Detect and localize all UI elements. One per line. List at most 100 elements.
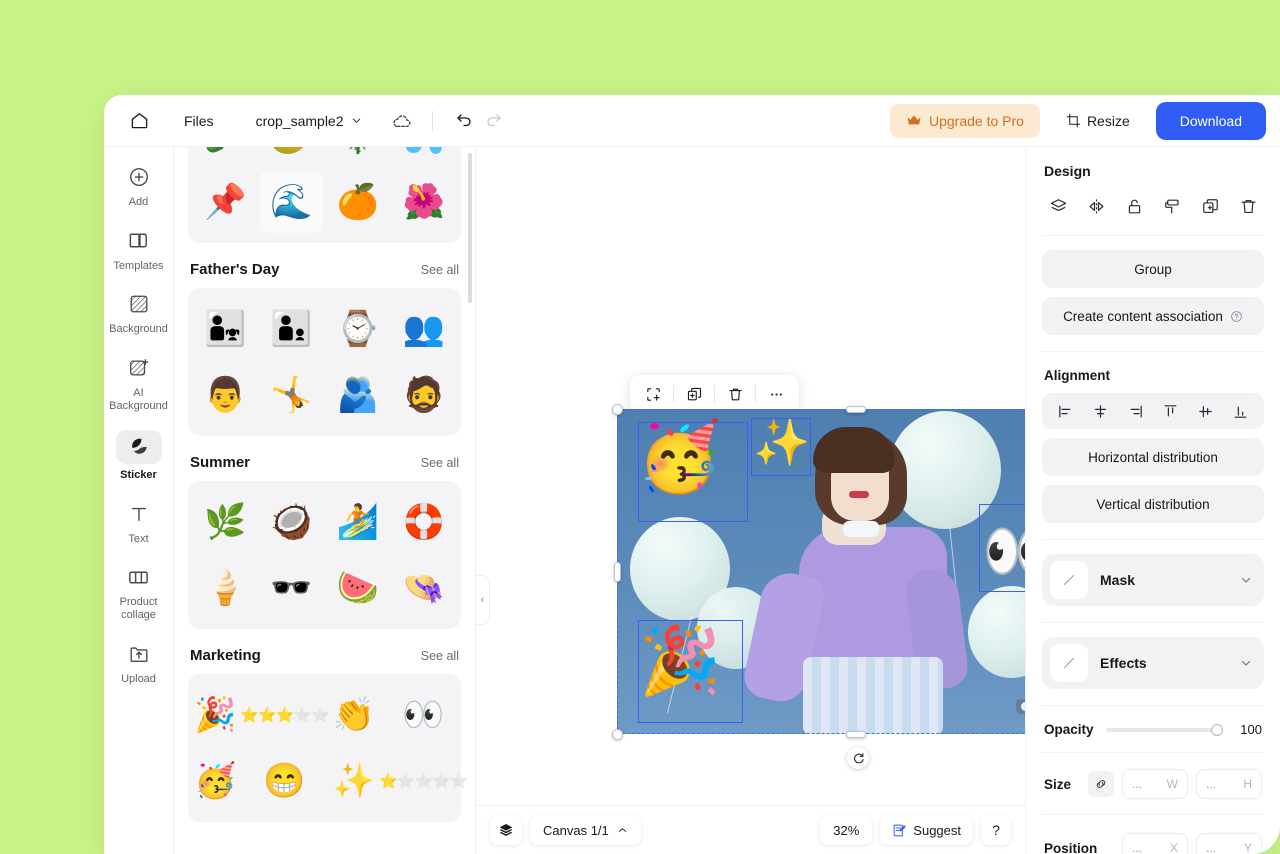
sidebar-item-templates[interactable]: Templates bbox=[108, 219, 170, 279]
layers-button[interactable] bbox=[490, 815, 522, 845]
paint-roller-icon[interactable] bbox=[1158, 193, 1186, 219]
align-left-icon[interactable] bbox=[1053, 398, 1079, 424]
sticker-item[interactable]: 🍊 bbox=[327, 171, 389, 233]
sticker-panel-scroll[interactable]: 🥒 🥭 🌹 💦 📌 🌊 🍊 🌺 Father's Day See all bbox=[174, 147, 475, 854]
resize-handle-top[interactable] bbox=[846, 406, 866, 413]
undo-icon[interactable] bbox=[449, 106, 479, 136]
position-y-input[interactable]: ... Y bbox=[1196, 833, 1262, 854]
sticker-item[interactable]: 🌺 bbox=[393, 171, 455, 233]
resize-handle-bottom-left[interactable] bbox=[612, 729, 623, 740]
height-input[interactable]: ... H bbox=[1196, 769, 1262, 799]
suggest-button[interactable]: Suggest bbox=[880, 815, 973, 845]
sticker-item[interactable]: 🥳 bbox=[194, 750, 236, 812]
panel-collapse-button[interactable]: ‹ bbox=[476, 575, 490, 625]
sticker-item[interactable]: 🎉 bbox=[194, 684, 236, 746]
position-x-input[interactable]: ... X bbox=[1122, 833, 1188, 854]
sticker-item[interactable]: 👏 bbox=[333, 684, 375, 746]
canvas-artboard[interactable]: 🥳 ✨ 👀 🎉 insMind .com bbox=[617, 409, 1025, 734]
sticker-item[interactable]: 🍉 bbox=[327, 557, 389, 619]
sticker-item[interactable]: 👨 bbox=[194, 364, 256, 426]
resize-handle-left[interactable] bbox=[614, 562, 621, 582]
sticker-item[interactable]: 🌿 bbox=[194, 491, 256, 553]
unlock-icon[interactable] bbox=[1120, 193, 1148, 219]
opacity-slider[interactable] bbox=[1105, 723, 1223, 736]
sticker-item[interactable]: 🤸 bbox=[260, 364, 322, 426]
effects-row[interactable]: Effects bbox=[1042, 637, 1264, 689]
panel-scrollbar[interactable] bbox=[468, 153, 472, 303]
zoom-level-button[interactable]: 32% bbox=[820, 815, 873, 845]
help-button[interactable]: ? bbox=[981, 815, 1011, 845]
sidebar-item-ai-background[interactable]: AI Background bbox=[108, 346, 170, 418]
align-right-icon[interactable] bbox=[1123, 398, 1149, 424]
canvas-area[interactable]: 🥳 ✨ 👀 🎉 insMind .com bbox=[476, 147, 1025, 854]
crop-add-icon[interactable] bbox=[636, 379, 670, 409]
home-icon[interactable] bbox=[122, 104, 156, 138]
align-bottom-icon[interactable] bbox=[1228, 398, 1254, 424]
sticker-item[interactable]: 🌹 bbox=[327, 147, 389, 167]
mask-row[interactable]: Mask bbox=[1042, 554, 1264, 606]
link-icon[interactable] bbox=[1088, 771, 1114, 797]
sticker-item[interactable]: 🥒 bbox=[194, 147, 256, 167]
horizontal-distribution-button[interactable]: Horizontal distribution bbox=[1042, 438, 1264, 476]
sidebar-item-upload[interactable]: Upload bbox=[108, 632, 170, 692]
vertical-distribution-button[interactable]: Vertical distribution bbox=[1042, 485, 1264, 523]
sticker-item[interactable]: 💦 bbox=[393, 147, 455, 167]
party-face-emoji-overlay[interactable]: 🥳 bbox=[637, 423, 722, 491]
sticker-item[interactable]: 👒 bbox=[393, 557, 455, 619]
redo-icon[interactable] bbox=[479, 106, 509, 136]
resize-handle-bottom[interactable] bbox=[846, 731, 866, 738]
resize-handle-top-left[interactable] bbox=[612, 404, 623, 415]
cloud-sync-icon[interactable] bbox=[388, 107, 416, 135]
sticker-item[interactable]: 🏄 bbox=[327, 491, 389, 553]
sticker-item[interactable]: 🍦 bbox=[194, 557, 256, 619]
resize-button[interactable]: Resize bbox=[1054, 105, 1142, 137]
sticker-item[interactable]: 👀 bbox=[379, 684, 467, 746]
party-popper-emoji-overlay[interactable]: 🎉 bbox=[639, 627, 721, 693]
sidebar-item-background[interactable]: Background bbox=[108, 282, 170, 342]
see-all-link[interactable]: See all bbox=[421, 649, 459, 663]
sticker-item[interactable]: ⭐⭐⭐⭐⭐ bbox=[240, 684, 329, 746]
sticker-item[interactable]: 👨‍👦 bbox=[260, 298, 322, 360]
sticker-item[interactable]: 🥭 bbox=[260, 147, 322, 167]
document-name-dropdown[interactable]: crop_sample2 bbox=[256, 113, 362, 129]
download-button[interactable]: Download bbox=[1155, 101, 1266, 140]
sticker-item[interactable]: 🕶️ bbox=[260, 557, 322, 619]
upgrade-to-pro-button[interactable]: Upgrade to Pro bbox=[889, 103, 1040, 138]
sticker-item[interactable]: 🛟 bbox=[393, 491, 455, 553]
trash-icon[interactable] bbox=[1234, 193, 1262, 219]
align-center-horizontal-icon[interactable] bbox=[1088, 398, 1114, 424]
rotate-icon[interactable] bbox=[847, 747, 869, 769]
create-content-association-button[interactable]: Create content association bbox=[1042, 297, 1264, 335]
canvas-page-selector[interactable]: Canvas 1/1 bbox=[530, 815, 641, 845]
duplicate-icon[interactable] bbox=[1196, 193, 1224, 219]
opacity-slider-knob[interactable] bbox=[1211, 723, 1223, 736]
more-icon[interactable] bbox=[759, 379, 793, 409]
sticker-item[interactable]: 📌 bbox=[194, 171, 256, 233]
sticker-item[interactable]: ✨ bbox=[333, 750, 375, 812]
sparkles-emoji-overlay[interactable]: ✨ bbox=[753, 419, 810, 465]
width-input[interactable]: ... W bbox=[1122, 769, 1188, 799]
sticker-item[interactable]: 🧔 bbox=[393, 364, 455, 426]
layers-icon[interactable] bbox=[1044, 193, 1072, 219]
trash-icon[interactable] bbox=[718, 379, 752, 409]
flip-horizontal-icon[interactable] bbox=[1082, 193, 1110, 219]
align-top-icon[interactable] bbox=[1158, 398, 1184, 424]
sticker-item[interactable]: 👥 bbox=[393, 298, 455, 360]
duplicate-icon[interactable] bbox=[677, 379, 711, 409]
sticker-item[interactable]: 👨‍👧 bbox=[194, 298, 256, 360]
question-circle-icon[interactable] bbox=[1230, 310, 1243, 323]
sticker-item[interactable]: 🌊 bbox=[260, 171, 323, 233]
files-button[interactable]: Files bbox=[170, 107, 228, 135]
sticker-item[interactable]: 🫂 bbox=[327, 364, 389, 426]
sidebar-item-sticker[interactable]: Sticker bbox=[108, 422, 170, 488]
see-all-link[interactable]: See all bbox=[421, 263, 459, 277]
sidebar-item-text[interactable]: Text bbox=[108, 492, 170, 552]
align-middle-vertical-icon[interactable] bbox=[1193, 398, 1219, 424]
sidebar-item-add[interactable]: Add bbox=[108, 155, 170, 215]
eyes-emoji-overlay[interactable]: 👀 bbox=[982, 523, 1025, 581]
sticker-item[interactable]: ⌚ bbox=[327, 298, 389, 360]
see-all-link[interactable]: See all bbox=[421, 456, 459, 470]
sidebar-item-product-collage[interactable]: Product collage bbox=[108, 555, 170, 627]
sticker-item[interactable]: 😁 bbox=[240, 750, 328, 812]
sticker-item[interactable]: ⭐⭐⭐⭐⭐ bbox=[379, 750, 468, 812]
